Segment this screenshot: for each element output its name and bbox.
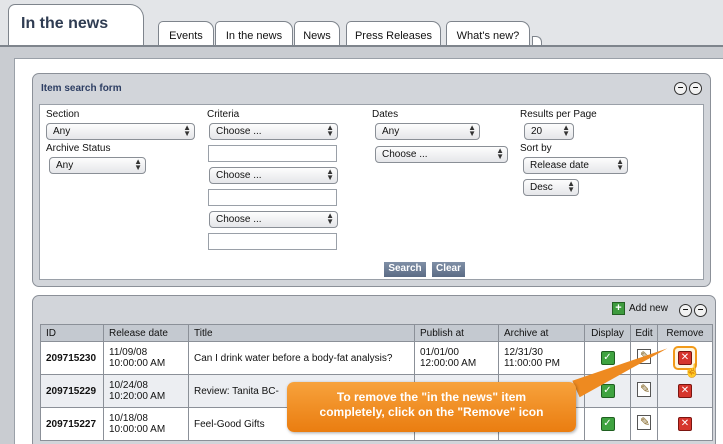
add-new-button[interactable]: + Add new (612, 302, 668, 315)
select-arrows-icon: ▲ ▼ (134, 157, 142, 172)
edit-icon[interactable] (637, 415, 651, 430)
edit-icon[interactable] (637, 382, 651, 397)
col-display: Display (584, 324, 631, 342)
tab-divider (0, 45, 723, 47)
criteria-select-3[interactable]: Choose ... ▲ ▼ (209, 211, 338, 228)
section-label: Section (46, 109, 80, 120)
page-title: In the news (8, 4, 144, 46)
close-icon[interactable]: – (694, 304, 707, 317)
display-check-icon[interactable]: ✓ (600, 417, 615, 431)
clear-button[interactable]: Clear (432, 262, 465, 277)
remove-icon[interactable]: ✕ (678, 384, 692, 398)
col-id[interactable]: ID (40, 324, 104, 342)
sort-order-select[interactable]: Desc ▲ ▼ (523, 179, 579, 196)
row-remove: ✕ (657, 374, 713, 408)
criteria-label: Criteria (207, 109, 240, 120)
add-new-label: Add new (629, 303, 668, 314)
criteria-input-2[interactable] (208, 189, 337, 206)
sort-by-label: Sort by (520, 143, 552, 154)
hand-cursor-icon: ☝ (684, 363, 701, 378)
select-arrows-icon: ▲ ▼ (616, 157, 624, 172)
sort-by-select[interactable]: Release date ▲ ▼ (523, 157, 628, 174)
select-arrows-icon: ▲ ▼ (183, 123, 191, 138)
row-id: 209715227 (40, 407, 104, 441)
row-release-date: 11/09/08 10:00:00 AM (103, 341, 189, 375)
search-button[interactable]: Search (384, 262, 426, 277)
criteria-input-1[interactable] (208, 145, 337, 162)
select-arrows-icon: ▲ ▼ (567, 179, 575, 194)
dates-range-select[interactable]: Choose ... ▲ ▼ (375, 146, 508, 163)
callout-line-1: To remove the "in the news" item (336, 390, 527, 404)
callout-line-2: completely, click on the "Remove" icon (319, 405, 544, 419)
close-icon[interactable]: – (689, 82, 702, 95)
results-per-page-select[interactable]: 20 ▲ ▼ (524, 123, 574, 140)
select-arrows-icon: ▲ ▼ (562, 123, 570, 138)
select-arrows-icon: ▲ ▼ (326, 123, 334, 138)
row-release-date: 10/24/08 10:20:00 AM (103, 374, 189, 408)
row-display: ✓ (584, 407, 631, 441)
collapse-icon[interactable]: – (679, 304, 692, 317)
select-arrows-icon: ▲ ▼ (496, 146, 504, 161)
row-id: 209715230 (40, 341, 104, 375)
select-arrows-icon: ▲ ▼ (326, 167, 334, 182)
table-header: ID Release date Title Publish at Archive… (40, 324, 713, 342)
archive-status-label: Archive Status (46, 143, 111, 154)
results-per-page-label: Results per Page (520, 109, 597, 120)
tab-events[interactable]: Events (158, 21, 214, 46)
tutorial-callout: To remove the "in the news" item complet… (287, 382, 576, 432)
col-title[interactable]: Title (188, 324, 415, 342)
row-edit (630, 374, 658, 408)
row-id: 209715229 (40, 374, 104, 408)
tab-whats-new[interactable]: What's new? (446, 21, 530, 46)
row-remove: ✕ (657, 407, 713, 441)
dates-label: Dates (372, 109, 399, 120)
tab-press-releases[interactable]: Press Releases (346, 21, 441, 46)
col-release-date[interactable]: Release date (103, 324, 189, 342)
collapse-icon[interactable]: – (674, 82, 687, 95)
col-publish-at[interactable]: Publish at (414, 324, 499, 342)
panel-controls: – – (674, 82, 702, 95)
row-edit (630, 407, 658, 441)
dates-select[interactable]: Any ▲ ▼ (375, 123, 480, 140)
search-panel-title: Item search form (41, 83, 122, 94)
tab-in-the-news[interactable]: In the news (215, 21, 293, 46)
select-arrows-icon: ▲ ▼ (468, 123, 476, 138)
panel-controls: – – (679, 304, 707, 317)
criteria-select-2[interactable]: Choose ... ▲ ▼ (209, 167, 338, 184)
criteria-input-3[interactable] (208, 233, 337, 250)
plus-icon: + (612, 302, 625, 315)
row-release-date: 10/18/08 10:00:00 AM (103, 407, 189, 441)
col-edit: Edit (630, 324, 658, 342)
criteria-select-1[interactable]: Choose ... ▲ ▼ (209, 123, 338, 140)
remove-icon[interactable]: ✕ (678, 417, 692, 431)
row-publish-at: 01/01/00 12:00:00 AM (414, 341, 499, 375)
col-archive-at[interactable]: Archive at (498, 324, 585, 342)
search-panel: Item search form – – (32, 73, 711, 287)
select-arrows-icon: ▲ ▼ (326, 211, 334, 226)
tab-bar: In the news Events In the news News Pres… (0, 0, 723, 47)
row-title[interactable]: Can I drink water before a body-fat anal… (188, 341, 415, 375)
col-remove: Remove (657, 324, 713, 342)
section-select[interactable]: Any ▲ ▼ (46, 123, 195, 140)
row-archive-at: 12/31/30 11:00:00 PM (498, 341, 585, 375)
archive-status-select[interactable]: Any ▲ ▼ (49, 157, 146, 174)
tab-news[interactable]: News (294, 21, 340, 46)
